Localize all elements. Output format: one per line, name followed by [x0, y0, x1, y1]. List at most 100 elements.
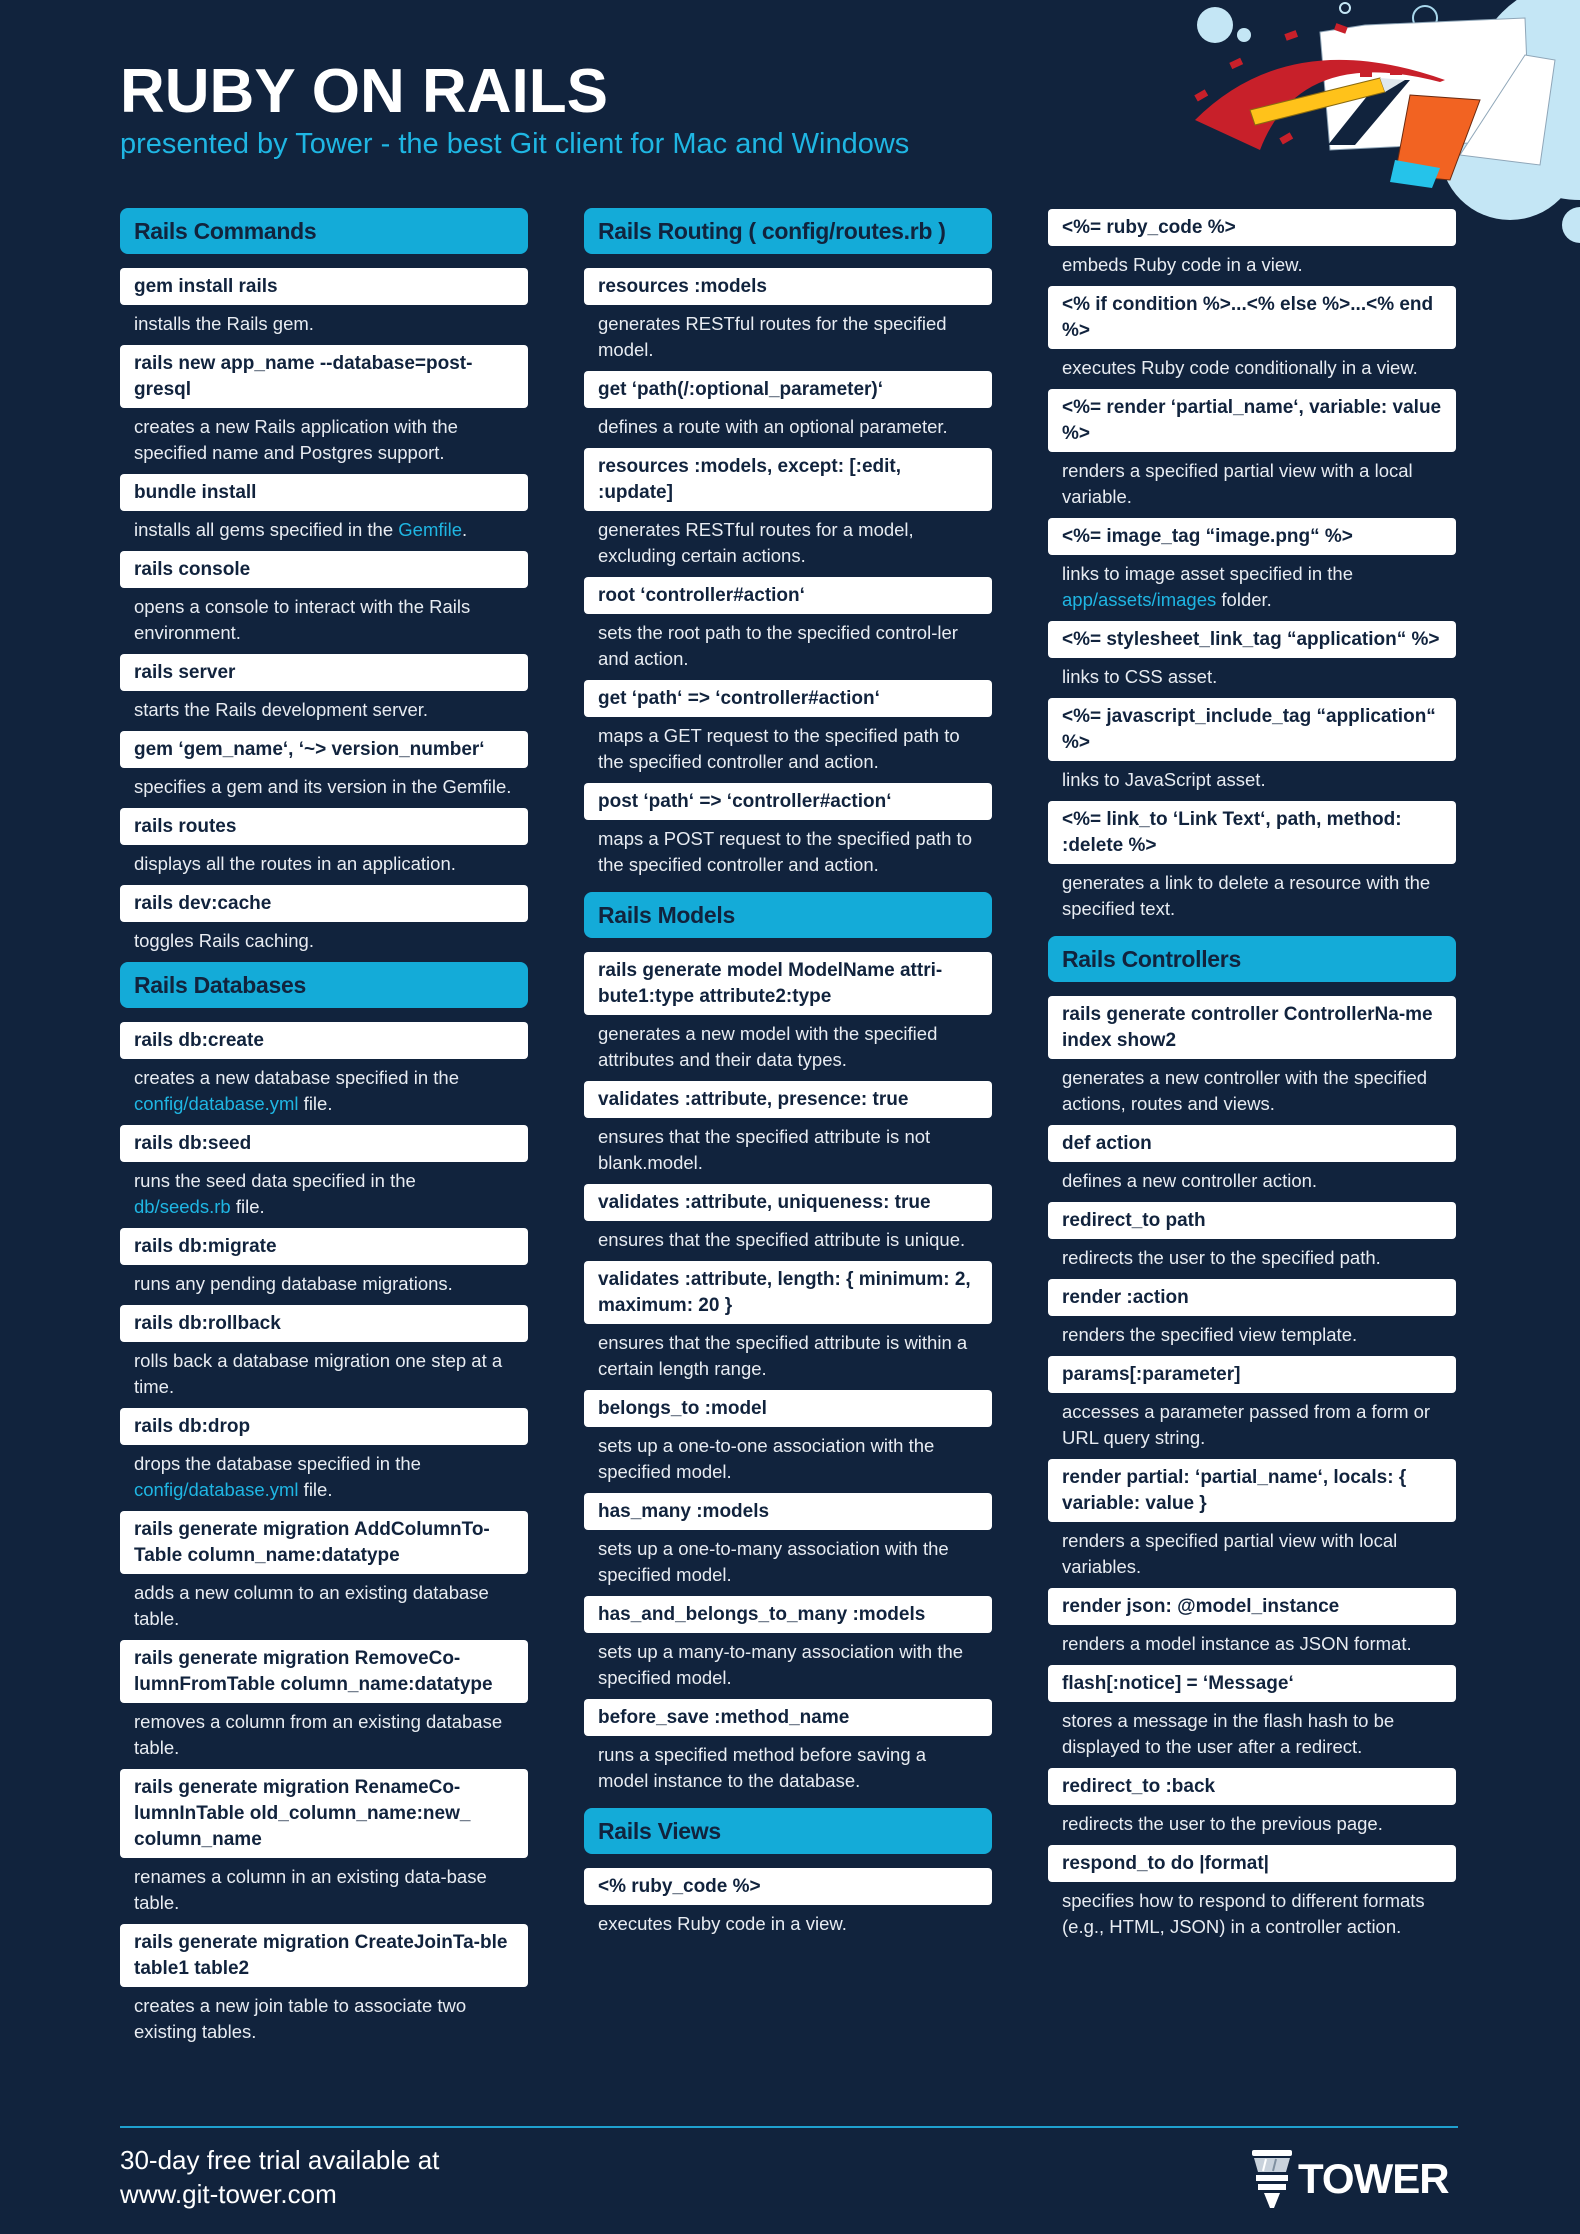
section-header-rails-models: Rails Models: [584, 892, 992, 938]
cheat-entry: rails db:drop drops the database specifie…: [120, 1408, 528, 1503]
description-text: links to JavaScript asset.: [1062, 769, 1266, 790]
code-description: creates a new join table to associate tw…: [120, 1987, 528, 2045]
description-text: generates RESTful routes for the specifi…: [598, 313, 947, 360]
cheat-entry: render partial: ‘partial_name‘, locals: …: [1048, 1459, 1456, 1580]
cheat-entry: rails generate migration AddColumnTo-Tab…: [120, 1511, 528, 1632]
cheat-entry: rails db:rollback rolls back a database m…: [120, 1305, 528, 1400]
description-text: renders the specified view template.: [1062, 1324, 1358, 1345]
cheat-entry: gem install rails installs the Rails gem.: [120, 268, 528, 337]
code-description: redirects the user to the specified path…: [1048, 1239, 1456, 1271]
description-text: installs the Rails gem.: [134, 313, 314, 334]
code-snippet: rails console: [120, 551, 528, 588]
code-snippet: rails db:drop: [120, 1408, 528, 1445]
cheat-entry: validates :attribute, uniqueness: true en…: [584, 1184, 992, 1253]
description-text: executes Ruby code in a view.: [598, 1913, 847, 1934]
code-snippet: <% ruby_code %>: [584, 1868, 992, 1905]
cheat-entry: <%= ruby_code %> embeds Ruby code in a vi…: [1048, 209, 1456, 278]
description-text: file.: [298, 1093, 333, 1114]
description-text: ensures that the specified attribute is …: [598, 1229, 966, 1250]
path-link[interactable]: db/seeds.rb: [134, 1196, 231, 1217]
cheat-entry: <%= stylesheet_link_tag “application“ %>…: [1048, 621, 1456, 690]
path-link[interactable]: Gemfile: [398, 519, 462, 540]
cheat-entry: rails new app_name --database=post-gresq…: [120, 345, 528, 466]
cheat-entry: post ‘path‘ => ‘controller#action‘ maps a…: [584, 783, 992, 878]
code-snippet: render partial: ‘partial_name‘, locals: …: [1048, 1459, 1456, 1522]
code-description: generates a link to delete a resource wi…: [1048, 864, 1456, 922]
description-text: maps a POST request to the specified pat…: [598, 828, 972, 875]
footer-website-link[interactable]: www.git-tower.com: [120, 2177, 439, 2211]
code-description: runs any pending database migrations.: [120, 1265, 528, 1297]
code-description: links to image asset specified in the ap…: [1048, 555, 1456, 613]
code-snippet: flash[:notice] = ‘Message‘: [1048, 1665, 1456, 1702]
code-description: stores a message in the flash hash to be…: [1048, 1702, 1456, 1760]
code-snippet: has_and_belongs_to_many :models: [584, 1596, 992, 1633]
cheat-entry: rails generate model ModelName attri-but…: [584, 952, 992, 1073]
description-text: runs any pending database migrations.: [134, 1273, 453, 1294]
code-description: sets up a one-to-one association with th…: [584, 1427, 992, 1485]
path-link[interactable]: config/database.yml: [134, 1479, 299, 1500]
description-text: specifies how to respond to different fo…: [1062, 1890, 1425, 1937]
code-snippet: before_save :method_name: [584, 1699, 992, 1736]
cheat-entry: has_and_belongs_to_many :models sets up a…: [584, 1596, 992, 1691]
description-text: renders a specified partial view with a …: [1062, 460, 1413, 507]
code-description: executes Ruby code conditionally in a vi…: [1048, 349, 1456, 381]
cheat-entry: before_save :method_name runs a specified…: [584, 1699, 992, 1794]
code-snippet: respond_to do |format|: [1048, 1845, 1456, 1882]
section-rails-controllers: rails generate controller ControllerNa-m…: [1048, 996, 1456, 1940]
code-snippet: rails generate migration RenameCo-lumnIn…: [120, 1769, 528, 1858]
code-description: drops the database specified in the conf…: [120, 1445, 528, 1503]
cheat-entry: get ‘path(/:optional_parameter)‘ defines …: [584, 371, 992, 440]
section-rails-views-continued: <%= ruby_code %> embeds Ruby code in a vi…: [1048, 209, 1456, 922]
cheat-entry: <% if condition %>...<% else %>...<% end…: [1048, 286, 1456, 381]
code-snippet: redirect_to path: [1048, 1202, 1456, 1239]
code-snippet: <%= javascript_include_tag “application“…: [1048, 698, 1456, 761]
code-description: rolls back a database migration one step…: [120, 1342, 528, 1400]
code-description: adds a new column to an existing databas…: [120, 1574, 528, 1632]
description-text: redirects the user to the specified path…: [1062, 1247, 1381, 1268]
cheat-entry: params[:parameter] accesses a parameter p…: [1048, 1356, 1456, 1451]
section-rails-databases: rails db:create creates a new database sp…: [120, 1022, 528, 2045]
description-text: installs all gems specified in the: [134, 519, 399, 540]
path-link[interactable]: app/assets/images: [1062, 589, 1216, 610]
description-text: renders a specified partial view with lo…: [1062, 1530, 1398, 1577]
section-header-rails-views: Rails Views: [584, 1808, 992, 1854]
code-snippet: rails generate model ModelName attri-but…: [584, 952, 992, 1015]
section-header-rails-controllers: Rails Controllers: [1048, 936, 1456, 982]
code-description: sets up a many-to-many association with …: [584, 1633, 992, 1691]
description-text: renders a model instance as JSON format.: [1062, 1633, 1412, 1654]
code-description: renders a model instance as JSON format.: [1048, 1625, 1456, 1657]
code-description: sets up a one-to-many association with t…: [584, 1530, 992, 1588]
code-snippet: rails db:seed: [120, 1125, 528, 1162]
cheat-entry: rails console opens a console to interact…: [120, 551, 528, 646]
description-text: folder.: [1216, 589, 1272, 610]
cheat-entry: redirect_to :back redirects the user to t…: [1048, 1768, 1456, 1837]
code-snippet: render json: @model_instance: [1048, 1588, 1456, 1625]
code-snippet: rails db:rollback: [120, 1305, 528, 1342]
description-text: specifies a gem and its version in the G…: [134, 776, 512, 797]
code-description: maps a POST request to the specified pat…: [584, 820, 992, 878]
cheat-entry: redirect_to path redirects the user to th…: [1048, 1202, 1456, 1271]
column-2: Rails Routing ( config/routes.rb ) resou…: [584, 208, 992, 1945]
code-description: generates RESTful routes for the specifi…: [584, 305, 992, 363]
code-description: creates a new Rails application with the…: [120, 408, 528, 466]
footer-trial-line: 30-day free trial available at: [120, 2145, 440, 2175]
description-text: redirects the user to the previous page.: [1062, 1813, 1383, 1834]
tower-logo[interactable]: TOWER: [1250, 2150, 1450, 2208]
description-text: opens a console to interact with the Rai…: [134, 596, 471, 643]
page-subtitle: presented by Tower - the best Git client…: [120, 128, 910, 160]
cheat-entry: bundle install installs all gems specifie…: [120, 474, 528, 543]
code-snippet: def action: [1048, 1125, 1456, 1162]
code-snippet: params[:parameter]: [1048, 1356, 1456, 1393]
description-text: generates a new model with the specified…: [598, 1023, 938, 1070]
code-snippet: <%= ruby_code %>: [1048, 209, 1456, 246]
path-link[interactable]: config/database.yml: [134, 1093, 299, 1114]
column-1: Rails Commands gem install rails installs…: [120, 208, 528, 2053]
cheat-entry: rails generate migration RenameCo-lumnIn…: [120, 1769, 528, 1916]
cheat-entry: has_many :models sets up a one-to-many as…: [584, 1493, 992, 1588]
code-snippet: rails routes: [120, 808, 528, 845]
cheat-entry: def action defines a new controller actio…: [1048, 1125, 1456, 1194]
description-text: sets up a one-to-one association with th…: [598, 1435, 935, 1482]
code-snippet: rails generate migration AddColumnTo-Tab…: [120, 1511, 528, 1574]
section-rails-views: <% ruby_code %> executes Ruby code in a v…: [584, 1868, 992, 1937]
code-description: renames a column in an existing data-bas…: [120, 1858, 528, 1916]
